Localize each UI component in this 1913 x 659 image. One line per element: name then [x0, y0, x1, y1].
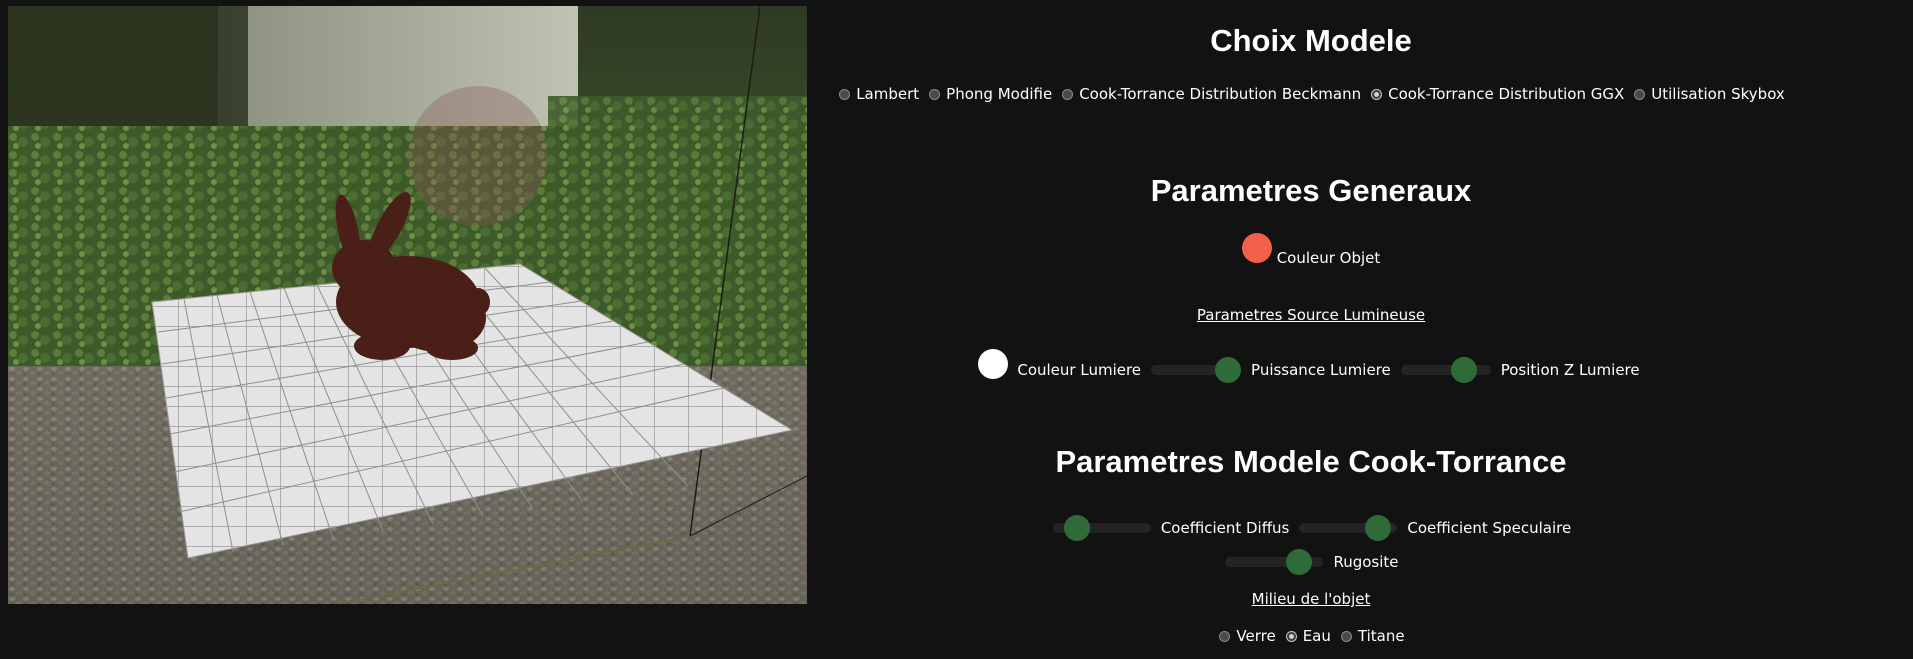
radio-label: Lambert	[856, 85, 920, 103]
model-radio-group: Lambert Phong Modifie Cook-Torrance Dist…	[808, 84, 1814, 104]
scene-render	[8, 6, 807, 604]
radio-label: Phong Modifie	[946, 85, 1053, 103]
light-color-picker[interactable]	[978, 349, 1009, 379]
radio-button[interactable]	[1634, 88, 1646, 100]
light-power-slider[interactable]	[1151, 357, 1242, 383]
radio-option-skybox[interactable]: Utilisation Skybox	[1628, 85, 1785, 103]
specular-coefficient-slider[interactable]	[1299, 515, 1398, 541]
slider-thumb[interactable]	[1064, 515, 1091, 541]
light-color-label: Couleur Lumiere	[1017, 361, 1142, 379]
radio-button[interactable]	[1340, 630, 1352, 642]
roughness-slider[interactable]	[1225, 549, 1324, 575]
radio-option-verre[interactable]: Verre	[1213, 627, 1276, 645]
radio-label: Eau	[1302, 627, 1331, 645]
radio-label: Cook-Torrance Distribution Beckmann	[1079, 85, 1362, 103]
radio-button[interactable]	[1219, 630, 1231, 642]
medium-link-row: Milieu de l'objet	[808, 589, 1814, 609]
radio-label: Utilisation Skybox	[1651, 85, 1785, 103]
model-choice-title: Choix Modele	[1210, 23, 1412, 58]
object-color-picker[interactable]	[1241, 233, 1272, 263]
radio-option-eau[interactable]: Eau	[1280, 627, 1331, 645]
light-params-row: Couleur Lumiere Puissance Lumiere Positi…	[808, 346, 1814, 386]
roughness-label: Rugosite	[1333, 553, 1399, 571]
diffuse-coefficient-slider[interactable]	[1052, 515, 1151, 541]
radio-button[interactable]	[929, 88, 941, 100]
coefficients-row: Coefficient Diffus Coefficient Speculair…	[808, 515, 1814, 541]
render-canvas[interactable]	[8, 6, 807, 604]
radio-option-beckmann[interactable]: Cook-Torrance Distribution Beckmann	[1056, 85, 1361, 103]
radio-option-phong[interactable]: Phong Modifie	[923, 85, 1052, 103]
cook-torrance-params-title: Parametres Modele Cook-Torrance	[1055, 444, 1567, 479]
diffuse-coefficient-label: Coefficient Diffus	[1160, 519, 1290, 537]
general-params-title: Parametres Generaux	[1150, 173, 1472, 208]
specular-coefficient-label: Coefficient Speculaire	[1407, 519, 1572, 537]
radio-option-lambert[interactable]: Lambert	[833, 85, 919, 103]
radio-option-titane[interactable]: Titane	[1335, 627, 1405, 645]
slider-thumb[interactable]	[1285, 549, 1312, 575]
slider-thumb[interactable]	[1450, 357, 1477, 383]
radio-label: Titane	[1357, 627, 1405, 645]
light-z-label: Position Z Lumiere	[1500, 361, 1640, 379]
radio-label: Verre	[1236, 627, 1276, 645]
radio-button-checked[interactable]	[1285, 630, 1297, 642]
object-color-label: Couleur Objet	[1276, 249, 1381, 267]
light-power-label: Puissance Lumiere	[1251, 361, 1391, 379]
roughness-row: Rugosite	[808, 549, 1814, 575]
slider-thumb[interactable]	[1214, 357, 1241, 383]
radio-option-ggx[interactable]: Cook-Torrance Distribution GGX	[1365, 85, 1624, 103]
radio-label: Cook-Torrance Distribution GGX	[1388, 85, 1625, 103]
slider-thumb[interactable]	[1364, 515, 1391, 541]
medium-radio-group: Verre Eau Titane	[808, 626, 1814, 646]
radio-button[interactable]	[839, 88, 851, 100]
radio-button-checked[interactable]	[1371, 88, 1383, 100]
light-z-slider[interactable]	[1400, 357, 1491, 383]
object-medium-section-link[interactable]: Milieu de l'objet	[1252, 590, 1371, 608]
radio-button[interactable]	[1062, 88, 1074, 100]
object-color-row: Couleur Objet	[808, 233, 1814, 272]
light-source-link-row: Parametres Source Lumineuse	[808, 305, 1814, 325]
light-source-section-link[interactable]: Parametres Source Lumineuse	[1197, 306, 1425, 324]
